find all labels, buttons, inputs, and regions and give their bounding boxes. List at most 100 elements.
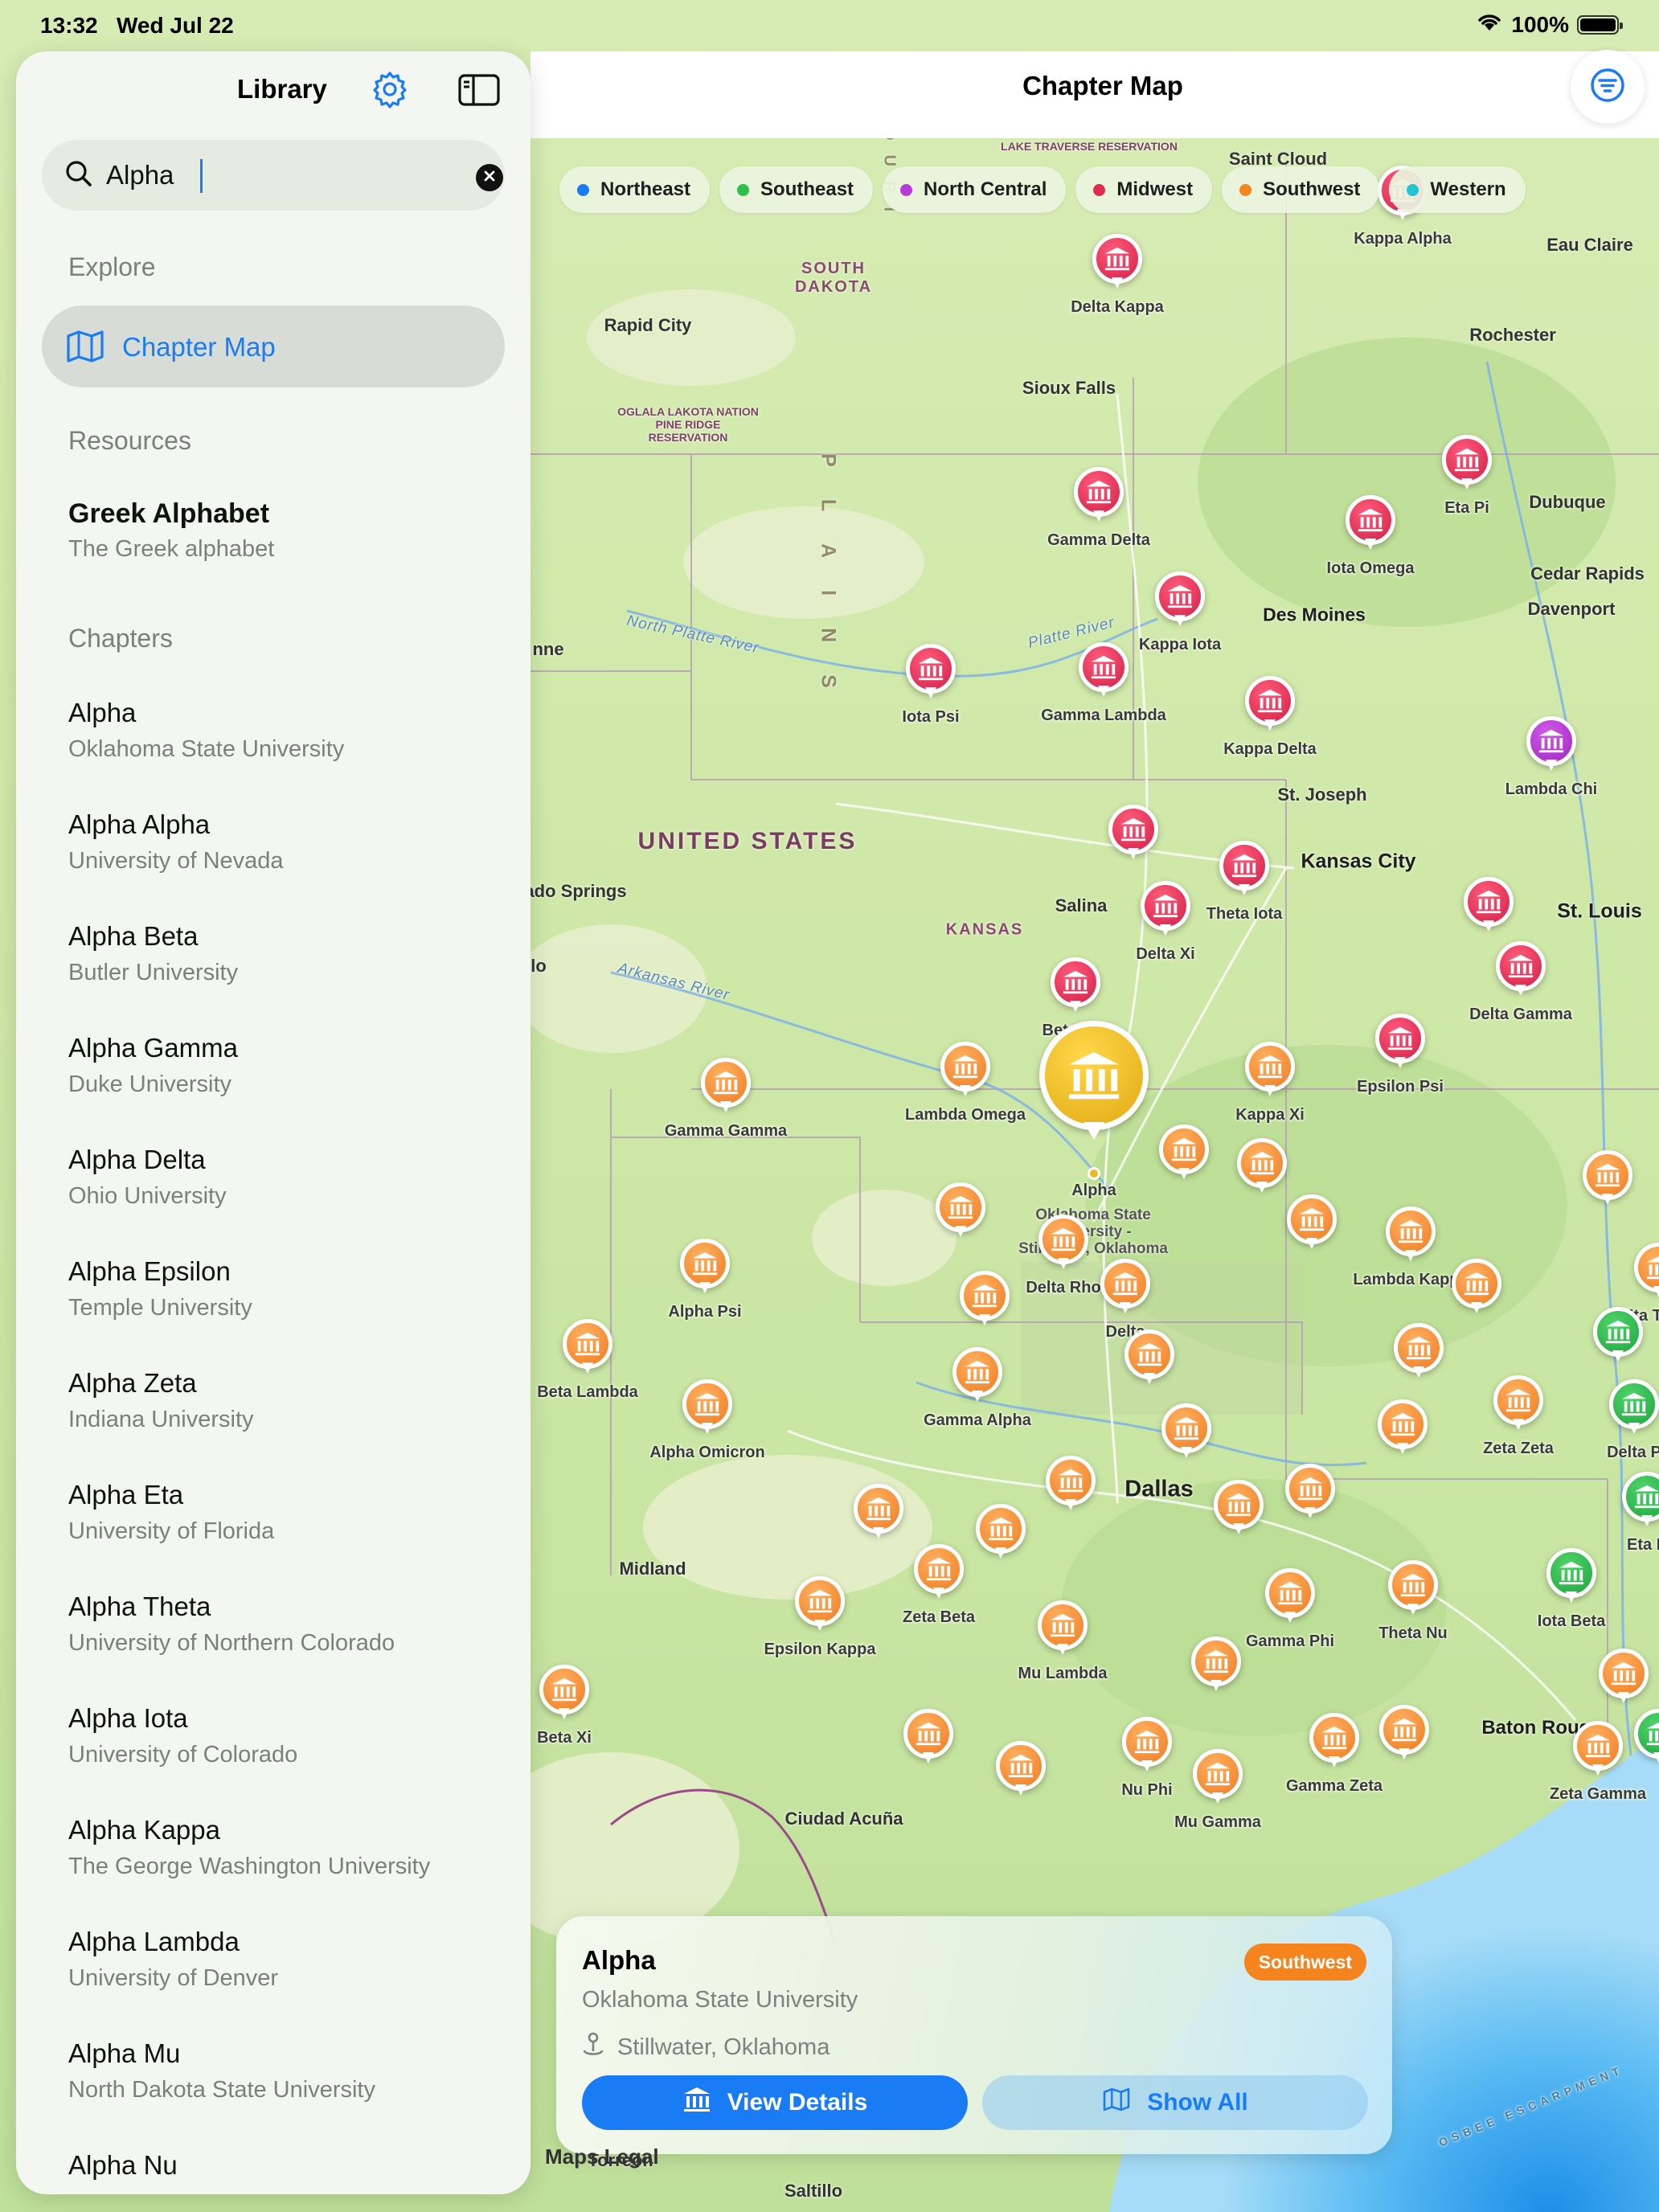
legend-chip-northeast[interactable]: Northeast [559, 166, 711, 213]
chapter-pin[interactable] [1092, 234, 1142, 293]
chapter-pin[interactable] [1375, 1014, 1425, 1073]
chapter-pin[interactable] [1051, 957, 1100, 1017]
chapter-list-item[interactable]: Alpha Nu [68, 2150, 518, 2189]
chapter-pin[interactable] [1287, 1194, 1337, 1254]
chapter-pin[interactable] [1193, 1749, 1243, 1809]
chapter-pin[interactable] [960, 1271, 1010, 1330]
chapter-pin[interactable] [1378, 1399, 1428, 1459]
pin-tail [1471, 1302, 1482, 1313]
chapter-pin[interactable] [1079, 642, 1129, 702]
filter-button[interactable] [1571, 50, 1645, 124]
chapter-pin[interactable] [1122, 1717, 1172, 1776]
chapter-pin[interactable] [1634, 1709, 1659, 1768]
resource-item-greek-alphabet[interactable]: Greek Alphabet The Greek alphabet [68, 498, 274, 563]
chapter-pin[interactable] [936, 1182, 985, 1242]
search-input[interactable] [106, 156, 444, 195]
chapter-pin[interactable] [1493, 1375, 1543, 1435]
chapter-pin[interactable] [914, 1544, 964, 1604]
chapter-pin[interactable] [1046, 1456, 1096, 1515]
chapter-pin[interactable] [1237, 1138, 1287, 1198]
chapter-pin[interactable] [1038, 1600, 1088, 1660]
chapter-pin[interactable] [903, 1709, 953, 1768]
chapter-pin[interactable] [1141, 881, 1190, 940]
selected-chapter-pin[interactable] [1039, 1021, 1149, 1141]
chapter-list-item[interactable]: Alpha Eta University of Florida [68, 1480, 518, 1545]
chapter-pin[interactable] [1546, 1548, 1596, 1608]
chapter-pin[interactable] [563, 1319, 612, 1378]
chapter-pin[interactable] [1634, 1243, 1659, 1302]
chapter-pin[interactable] [1593, 1307, 1643, 1366]
chapter-pin[interactable] [1161, 1403, 1211, 1463]
chapter-list-item[interactable]: Alpha Kappa The George Washington Univers… [68, 1815, 518, 1880]
chapter-pin[interactable] [1464, 877, 1514, 936]
legend-chip-north-central[interactable]: North Central [883, 166, 1067, 213]
view-details-button[interactable]: View Details [582, 2075, 968, 2130]
chapter-pin[interactable] [1526, 716, 1576, 776]
chapter-pin[interactable] [1452, 1259, 1501, 1318]
chapter-list-item[interactable]: Alpha Oklahoma State University [68, 698, 518, 763]
chapter-list-item[interactable]: Alpha Lambda University of Denver [68, 1927, 518, 1992]
legend-chip-western[interactable]: Western [1389, 166, 1526, 213]
chapter-pin[interactable] [680, 1239, 730, 1298]
legend-chip-southwest[interactable]: Southwest [1222, 166, 1380, 213]
chapter-list-item[interactable]: Alpha Mu North Dakota State University [68, 2038, 518, 2103]
chapter-pin[interactable] [1038, 1215, 1088, 1274]
chapter-pin[interactable] [701, 1058, 751, 1117]
chapter-pin[interactable] [1100, 1259, 1150, 1318]
building-columns-icon [1104, 245, 1131, 272]
chapter-pin[interactable] [1388, 1560, 1438, 1620]
maps-attribution[interactable]: Maps Legal [545, 2144, 659, 2169]
legend-chip-southeast[interactable]: Southeast [719, 166, 874, 213]
chapter-pin[interactable] [539, 1665, 589, 1724]
chapter-pin[interactable] [795, 1576, 845, 1636]
chapter-pin[interactable] [1191, 1636, 1241, 1696]
chapter-pin[interactable] [1124, 1329, 1174, 1389]
chapter-pin[interactable] [1309, 1713, 1359, 1772]
building-columns-icon [1225, 1491, 1252, 1518]
chapter-list-item[interactable]: Alpha Gamma Duke University [68, 1033, 518, 1098]
chapter-pin[interactable] [1379, 1705, 1429, 1764]
chapter-list-item[interactable]: Alpha Beta Butler University [68, 921, 518, 986]
chapter-pin[interactable] [1394, 1323, 1444, 1382]
show-all-button[interactable]: Show All [982, 2075, 1368, 2130]
chapter-pin[interactable] [906, 644, 956, 703]
search-field[interactable] [42, 140, 505, 211]
map-label-saltillo: Saltillo [784, 2181, 843, 2201]
chapter-list-item[interactable]: Alpha Epsilon Temple University [68, 1256, 518, 1321]
chapter-list-item[interactable]: Alpha Delta Ohio University [68, 1145, 518, 1210]
chapter-pin[interactable] [1265, 1568, 1315, 1628]
chapter-pin[interactable] [1609, 1379, 1659, 1439]
toggle-sidebar-button[interactable] [455, 68, 503, 116]
chapter-pin[interactable] [1214, 1480, 1264, 1539]
chapter-pin[interactable] [1496, 941, 1546, 1001]
chapter-pin[interactable] [996, 1741, 1046, 1800]
chapter-pin[interactable] [1573, 1721, 1623, 1780]
chapter-pin[interactable] [940, 1042, 990, 1101]
chapter-list-item[interactable]: Alpha Alpha University of Nevada [68, 809, 518, 875]
chapter-pin[interactable] [1622, 1472, 1659, 1531]
chapter-pin[interactable] [952, 1347, 1002, 1407]
chapter-pin[interactable] [1245, 1042, 1295, 1101]
sidebar-item-chapter-map[interactable]: Chapter Map [42, 305, 505, 387]
chapter-pin[interactable] [1583, 1150, 1632, 1210]
clear-search-button[interactable] [476, 164, 503, 191]
chapter-pin[interactable] [1074, 467, 1124, 526]
legend-chip-midwest[interactable]: Midwest [1075, 166, 1213, 213]
settings-button[interactable] [363, 64, 416, 117]
chapter-pin[interactable] [1285, 1464, 1335, 1523]
chapter-pin[interactable] [1599, 1649, 1649, 1708]
chapter-pin[interactable] [1155, 571, 1205, 631]
chapter-list-item[interactable]: Alpha Theta University of Northern Colora… [68, 1591, 518, 1657]
chapter-pin[interactable] [1245, 676, 1295, 735]
chapter-pin[interactable] [1442, 435, 1492, 494]
chapter-list-item[interactable]: Alpha Iota University of Colorado [68, 1703, 518, 1768]
chapter-pin[interactable] [1159, 1124, 1209, 1184]
chapter-pin[interactable] [1346, 495, 1395, 555]
chapter-pin[interactable] [1219, 841, 1269, 900]
chapter-pin[interactable] [1386, 1206, 1436, 1266]
chapter-pin[interactable] [976, 1504, 1026, 1563]
chapter-pin[interactable] [682, 1379, 732, 1439]
chapter-pin[interactable] [1108, 805, 1158, 864]
chapter-list-item[interactable]: Alpha Zeta Indiana University [68, 1368, 518, 1433]
chapter-pin[interactable] [854, 1484, 903, 1543]
